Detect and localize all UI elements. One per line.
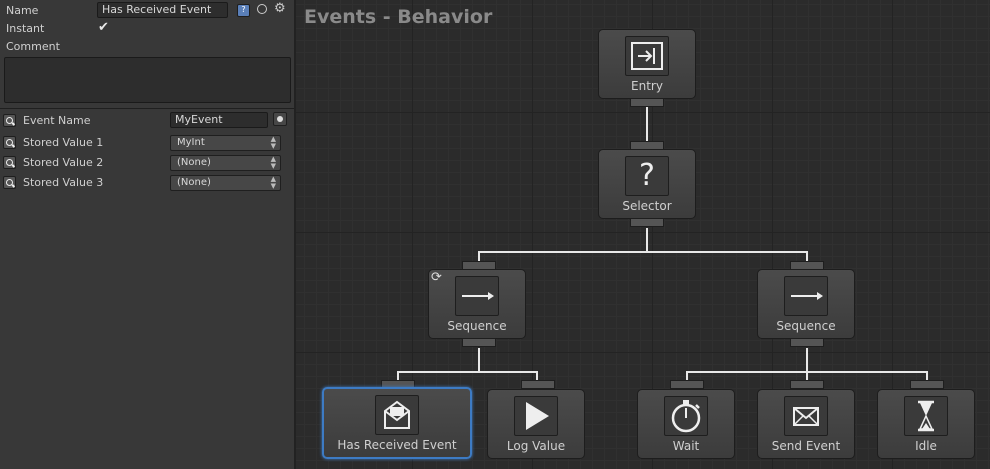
entry-icon bbox=[625, 36, 669, 76]
node-entry[interactable]: Entry bbox=[598, 29, 696, 99]
log-value-input-port[interactable] bbox=[521, 380, 555, 389]
stored-value-2-selected: (None) bbox=[177, 157, 211, 168]
comment-textarea[interactable] bbox=[4, 57, 291, 103]
node-wait-label: Wait bbox=[672, 439, 700, 453]
wire-selector-bar bbox=[478, 251, 808, 253]
radio-icon[interactable] bbox=[257, 4, 267, 14]
comment-label: Comment bbox=[6, 39, 60, 53]
node-sequence-right-label: Sequence bbox=[776, 319, 836, 333]
stored-value-1-row: Stored Value 1 bbox=[23, 133, 103, 151]
node-send-event-label: Send Event bbox=[771, 439, 841, 453]
sequence-left-output-port[interactable] bbox=[462, 338, 496, 347]
stored-value-3-row: Stored Value 3 bbox=[23, 173, 103, 191]
dropdown-arrows-icon: ▲ ▼ bbox=[270, 135, 276, 150]
event-name-row: Event Name bbox=[23, 111, 90, 129]
wire-to-seq-right bbox=[806, 251, 808, 261]
wait-input-port[interactable] bbox=[670, 380, 704, 389]
dropdown-arrows-icon: ▲ ▼ bbox=[270, 155, 276, 170]
arrow-right-icon bbox=[455, 276, 499, 316]
wire-seq-right-down bbox=[806, 348, 808, 373]
play-icon bbox=[514, 396, 558, 436]
entry-output-port[interactable] bbox=[630, 98, 664, 107]
instant-label: Instant bbox=[6, 21, 45, 35]
event-name-options-button[interactable] bbox=[273, 112, 287, 126]
node-wait[interactable]: Wait bbox=[637, 389, 735, 459]
stored-value-2-label: Stored Value 2 bbox=[23, 155, 104, 169]
node-sequence-right[interactable]: Sequence bbox=[757, 269, 855, 339]
wire-to-seq-left bbox=[478, 251, 480, 261]
envelope-icon bbox=[784, 396, 828, 436]
event-name-label: Event Name bbox=[23, 113, 91, 127]
task-name-input[interactable]: Has Received Event bbox=[97, 2, 228, 18]
behavior-graph-canvas[interactable]: Events - Behavior Entry ? Selector ⟳ Seq… bbox=[296, 0, 990, 469]
dot-icon bbox=[277, 116, 283, 122]
graph-title: Events - Behavior bbox=[304, 6, 493, 28]
search-icon[interactable] bbox=[3, 114, 16, 127]
stored-value-2-row: Stored Value 2 bbox=[23, 153, 103, 171]
instant-checkbox[interactable]: ✔ bbox=[98, 21, 111, 34]
stored-value-3-dropdown[interactable]: (None) ▲ ▼ bbox=[170, 175, 281, 191]
stored-value-3-label: Stored Value 3 bbox=[23, 175, 104, 189]
sequence-right-output-port[interactable] bbox=[790, 338, 824, 347]
wire-seq-left-down bbox=[478, 348, 480, 373]
stored-value-1-dropdown[interactable]: MyInt ▲ ▼ bbox=[170, 135, 281, 151]
stored-value-3-selected: (None) bbox=[177, 177, 211, 188]
node-selector[interactable]: ? Selector bbox=[598, 149, 696, 219]
stored-value-1-label: Stored Value 1 bbox=[23, 135, 104, 149]
section-divider bbox=[0, 108, 294, 109]
repeat-icon: ⟳ bbox=[431, 270, 442, 285]
wire-seq-left-bar bbox=[397, 371, 538, 373]
node-send-event[interactable]: Send Event bbox=[757, 389, 855, 459]
stored-value-2-dropdown[interactable]: (None) ▲ ▼ bbox=[170, 155, 281, 171]
dropdown-arrows-icon: ▲ ▼ bbox=[270, 175, 276, 190]
search-icon[interactable] bbox=[3, 136, 16, 149]
send-event-input-port[interactable] bbox=[790, 380, 824, 389]
stopwatch-icon bbox=[664, 396, 708, 436]
arrow-right-icon bbox=[784, 276, 828, 316]
event-name-input[interactable]: MyEvent bbox=[170, 112, 268, 128]
instant-row: Instant bbox=[6, 19, 44, 37]
hourglass-icon bbox=[904, 396, 948, 436]
question-mark-icon: ? bbox=[625, 156, 669, 196]
wire-selector-down bbox=[646, 228, 648, 253]
stored-value-1-selected: MyInt bbox=[177, 137, 205, 148]
node-idle-label: Idle bbox=[915, 439, 937, 453]
gear-icon[interactable]: ⚙ bbox=[274, 1, 286, 16]
envelope-open-icon bbox=[375, 395, 419, 435]
node-idle[interactable]: Idle bbox=[877, 389, 975, 459]
help-icon[interactable]: ? bbox=[237, 4, 250, 17]
search-icon[interactable] bbox=[3, 176, 16, 189]
search-icon[interactable] bbox=[3, 156, 16, 169]
node-entry-label: Entry bbox=[631, 79, 663, 93]
node-log-value[interactable]: Log Value bbox=[487, 389, 585, 459]
comment-row: Comment bbox=[6, 37, 60, 55]
node-has-received-event-label: Has Received Event bbox=[337, 438, 457, 452]
name-label: Name bbox=[6, 3, 39, 17]
node-selector-label: Selector bbox=[622, 199, 672, 213]
idle-input-port[interactable] bbox=[910, 380, 944, 389]
name-row: Name bbox=[6, 1, 38, 19]
node-log-value-label: Log Value bbox=[506, 439, 566, 453]
node-sequence-left[interactable]: ⟳ Sequence bbox=[428, 269, 526, 339]
selector-output-port[interactable] bbox=[630, 218, 664, 227]
inspector-panel: Name Has Received Event ? ⚙ Instant ✔ Co… bbox=[0, 0, 296, 469]
node-has-received-event[interactable]: Has Received Event bbox=[322, 387, 472, 459]
node-sequence-left-label: Sequence bbox=[447, 319, 507, 333]
